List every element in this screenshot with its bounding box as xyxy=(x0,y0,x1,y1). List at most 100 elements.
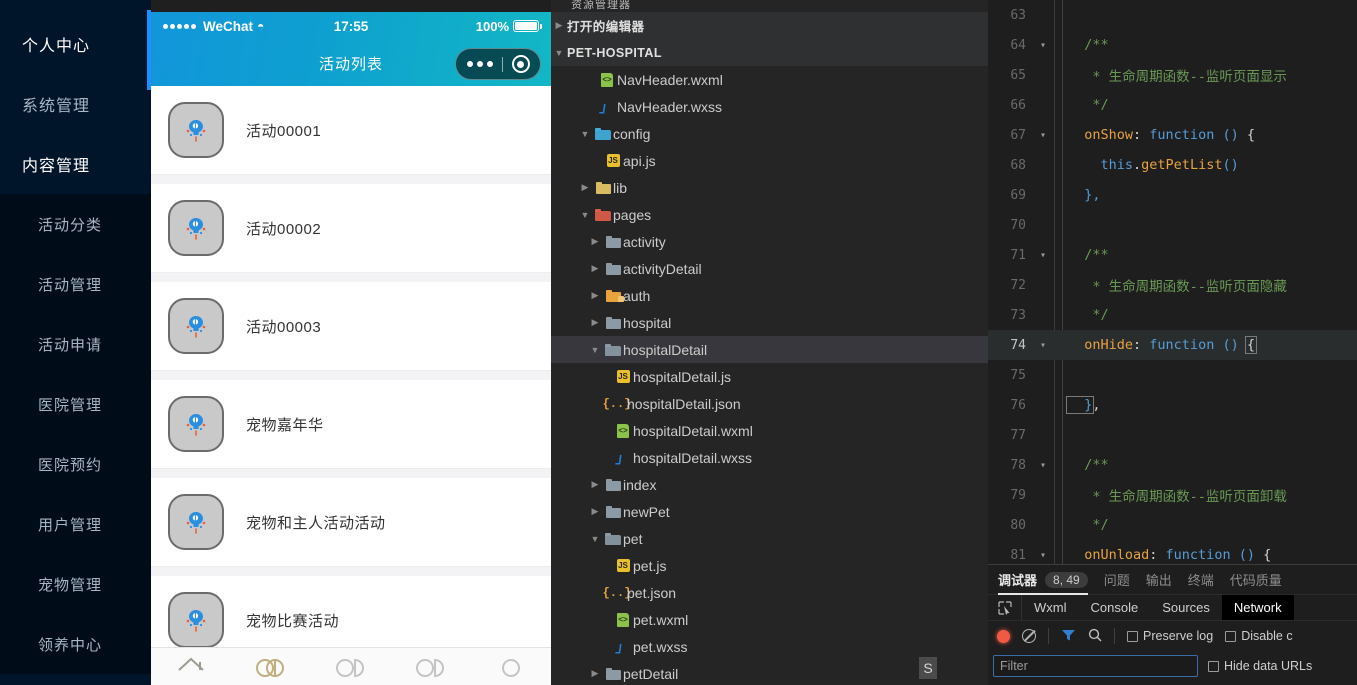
tree-folder-activitydetail[interactable]: ▶ activityDetail xyxy=(551,255,988,282)
code-line[interactable]: 76 }, xyxy=(988,390,1357,420)
code-line[interactable]: 73 */ xyxy=(988,300,1357,330)
paw-icon[interactable] xyxy=(248,654,294,680)
chevron-right-icon[interactable]: ▶ xyxy=(587,236,603,247)
sidebar-item-activity-apply[interactable]: 活动申请 xyxy=(0,314,151,374)
code-line[interactable]: 81 ▾ onUnload: function () { xyxy=(988,540,1357,564)
sidebar-item-user-management[interactable]: 用户管理 xyxy=(0,494,151,554)
chevron-down-icon[interactable]: ▼ xyxy=(587,345,603,355)
chevron-down-icon[interactable]: ▼ xyxy=(577,210,593,220)
chevron-right-icon[interactable]: ▶ xyxy=(587,506,603,517)
paw-icon[interactable] xyxy=(408,654,454,680)
chevron-down-icon[interactable]: ▼ xyxy=(551,48,567,58)
list-item[interactable]: 活动00001 xyxy=(151,86,551,175)
tree-folder-pages[interactable]: ▼ pages xyxy=(551,201,988,228)
checkbox-box[interactable] xyxy=(1225,630,1237,642)
home-icon[interactable] xyxy=(168,654,214,680)
list-item[interactable]: 活动00002 xyxy=(151,184,551,273)
code-line-active[interactable]: 74 ▾ onHide: function () { xyxy=(988,330,1357,360)
tree-folder-index[interactable]: ▶ index xyxy=(551,471,988,498)
clear-icon[interactable] xyxy=(1022,629,1036,643)
paw-icon[interactable] xyxy=(328,654,374,680)
checkbox-box[interactable] xyxy=(1208,660,1219,672)
code-line[interactable]: 71 ▾ /** xyxy=(988,240,1357,270)
sidebar-item-personal-center[interactable]: 个人中心 xyxy=(0,14,151,74)
tree-folder-activity[interactable]: ▶ activity xyxy=(551,228,988,255)
tab-output[interactable]: 输出 xyxy=(1146,565,1172,595)
fold-indicator[interactable]: ▾ xyxy=(1032,460,1054,471)
tab-problems[interactable]: 问题 xyxy=(1104,565,1130,595)
tree-folder-auth[interactable]: ▶ auth xyxy=(551,282,988,309)
code-line[interactable]: 80 */ xyxy=(988,510,1357,540)
tree-file-pet-wxss[interactable]: 」 pet.wxss xyxy=(551,633,988,660)
tree-file-pet-wxml[interactable]: <> pet.wxml xyxy=(551,606,988,633)
tree-file-api-js[interactable]: JS api.js xyxy=(551,147,988,174)
code-line[interactable]: 63 xyxy=(988,0,1357,30)
tree-file-navheader-wxml[interactable]: <> NavHeader.wxml xyxy=(551,66,988,93)
explorer-section-open-editors[interactable]: ▶ 打开的编辑器 xyxy=(551,12,988,39)
tab-network[interactable]: Network xyxy=(1221,595,1294,620)
inspect-cursor-icon[interactable] xyxy=(988,595,1022,620)
chevron-right-icon[interactable]: ▶ xyxy=(587,317,603,328)
tab-debugger[interactable]: 调试器 8, 49 xyxy=(998,565,1088,595)
tab-code-quality[interactable]: 代码质量 xyxy=(1230,565,1282,595)
code-line[interactable]: 66 */ xyxy=(988,90,1357,120)
tree-file-hospitaldetail-js[interactable]: JS hospitalDetail.js xyxy=(551,363,988,390)
tree-folder-hospital[interactable]: ▶ hospital xyxy=(551,309,988,336)
disable-cache-checkbox[interactable]: Disable c xyxy=(1225,629,1293,643)
list-item[interactable]: 活动00003 xyxy=(151,282,551,371)
filter-input[interactable] xyxy=(993,655,1198,677)
list-item[interactable]: 宠物嘉年华 xyxy=(151,380,551,469)
chevron-down-icon[interactable]: ▼ xyxy=(587,534,603,544)
code-line[interactable]: 70 xyxy=(988,210,1357,240)
code-line[interactable]: 69 }, xyxy=(988,180,1357,210)
tree-folder-pet[interactable]: ▼ pet xyxy=(551,525,988,552)
chevron-right-icon[interactable]: ▶ xyxy=(577,182,593,193)
code-line[interactable]: 78 ▾ /** xyxy=(988,450,1357,480)
code-line[interactable]: 64 ▾ /** xyxy=(988,30,1357,60)
more-dots-icon[interactable] xyxy=(458,61,502,67)
chevron-right-icon[interactable]: ▶ xyxy=(587,479,603,490)
tree-file-hospitaldetail-json[interactable]: {..} hospitalDetail.json xyxy=(551,390,988,417)
tab-sources[interactable]: Sources xyxy=(1150,595,1222,620)
record-icon[interactable] xyxy=(997,629,1010,643)
code-line[interactable]: 79 * 生命周期函数--监听页面卸载 xyxy=(988,480,1357,510)
code-line[interactable]: 67 ▾ onShow: function () { xyxy=(988,120,1357,150)
chevron-right-icon[interactable]: ▶ xyxy=(587,668,603,679)
explorer-section-project-root[interactable]: ▼ PET-HOSPITAL xyxy=(551,39,988,66)
chevron-down-icon[interactable]: ▼ xyxy=(577,129,593,139)
tree-file-pet-js[interactable]: JS pet.js xyxy=(551,552,988,579)
chevron-right-icon[interactable]: ▶ xyxy=(587,263,603,274)
tree-folder-hospitaldetail[interactable]: ▼ hospitalDetail xyxy=(551,336,988,363)
sidebar-item-hospital-management[interactable]: 医院管理 xyxy=(0,374,151,434)
chevron-right-icon[interactable]: ▶ xyxy=(587,290,603,301)
checkbox-box[interactable] xyxy=(1127,630,1138,642)
fold-indicator[interactable]: ▾ xyxy=(1032,340,1054,351)
preserve-log-checkbox[interactable]: Preserve log xyxy=(1127,629,1213,643)
code-line[interactable]: 72 * 生命周期函数--监听页面隐藏 xyxy=(988,270,1357,300)
sidebar-item-adoption-center[interactable]: 领养中心 xyxy=(0,614,151,674)
filter-funnel-icon[interactable] xyxy=(1061,628,1076,645)
tree-folder-newpet[interactable]: ▶ newPet xyxy=(551,498,988,525)
search-icon[interactable] xyxy=(1088,628,1102,645)
tree-file-pet-json[interactable]: {..} pet.json xyxy=(551,579,988,606)
sidebar-item-pet-management[interactable]: 宠物管理 xyxy=(0,554,151,614)
fold-indicator[interactable]: ▾ xyxy=(1032,550,1054,561)
fold-indicator[interactable]: ▾ xyxy=(1032,130,1054,141)
chevron-right-icon[interactable]: ▶ xyxy=(551,20,567,31)
sidebar-item-activity-category[interactable]: 活动分类 xyxy=(0,194,151,254)
code-line[interactable]: 68 this.getPetList() xyxy=(988,150,1357,180)
fold-indicator[interactable]: ▾ xyxy=(1032,250,1054,261)
tree-file-navheader-wxss[interactable]: 」 NavHeader.wxss xyxy=(551,93,988,120)
fold-indicator[interactable]: ▾ xyxy=(1032,40,1054,51)
tab-console[interactable]: Console xyxy=(1079,595,1151,620)
tree-folder-lib[interactable]: ▶ lib xyxy=(551,174,988,201)
target-circle-icon[interactable] xyxy=(511,55,530,73)
tree-folder-config[interactable]: ▼ config xyxy=(551,120,988,147)
circle-icon[interactable] xyxy=(488,654,534,680)
code-line[interactable]: 77 xyxy=(988,420,1357,450)
sidebar-item-system-management[interactable]: 系统管理 xyxy=(0,74,151,134)
sidebar-item-activity-management[interactable]: 活动管理 xyxy=(0,254,151,314)
sidebar-item-hospital-appointment[interactable]: 医院预约 xyxy=(0,434,151,494)
tab-terminal[interactable]: 终端 xyxy=(1188,565,1214,595)
wechat-capsule-button[interactable] xyxy=(455,48,541,80)
